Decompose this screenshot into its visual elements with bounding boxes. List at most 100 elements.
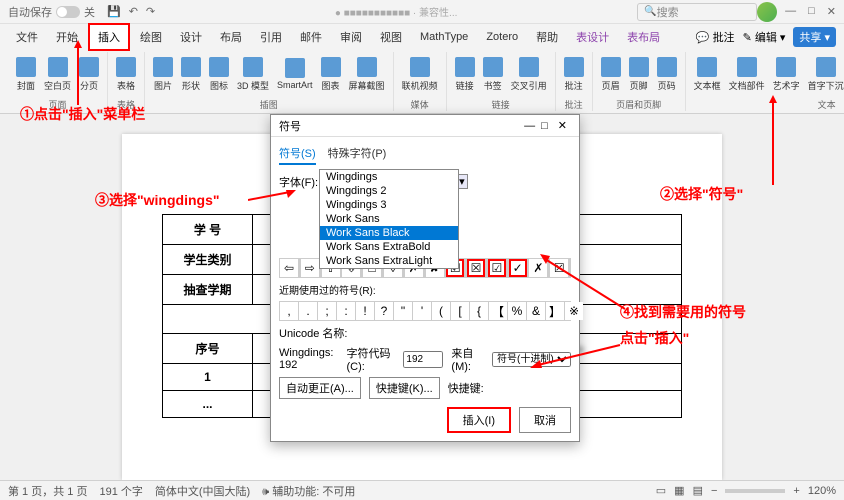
tab-review[interactable]: 审阅	[332, 25, 370, 49]
undo-icon[interactable]: ↶	[129, 5, 138, 18]
share-button[interactable]: 共享 ▾	[793, 27, 836, 47]
ribbon-联机视频[interactable]: 联机视频	[400, 55, 440, 94]
autosave-toggle[interactable]: 自动保存 关	[8, 4, 95, 20]
save-icon[interactable]: 💾	[107, 5, 121, 18]
ribbon-页脚[interactable]: 页脚	[627, 55, 651, 94]
comments-button[interactable]: 💬 批注	[696, 29, 735, 45]
ribbon-页码[interactable]: 页码	[655, 55, 679, 94]
tab-table-layout[interactable]: 表布局	[619, 25, 668, 49]
zoom-out-icon[interactable]: −	[711, 485, 717, 497]
recent-symbol[interactable]: :	[337, 302, 355, 320]
font-option[interactable]: Work Sans ExtraBold	[320, 240, 458, 254]
tab-mathtype[interactable]: MathType	[412, 27, 476, 47]
symbol-cell[interactable]: ☒	[550, 259, 568, 277]
font-option[interactable]: Wingdings	[320, 170, 458, 184]
recent-symbol[interactable]: &	[527, 302, 545, 320]
ribbon-图表[interactable]: 图表	[319, 55, 343, 94]
ribbon-艺术字[interactable]: 艺术字	[771, 55, 802, 94]
tab-insert[interactable]: 插入	[88, 23, 130, 51]
view-web-icon[interactable]: ▤	[693, 484, 703, 497]
word-count[interactable]: 191 个字	[99, 483, 142, 499]
tab-mail[interactable]: 邮件	[292, 25, 330, 49]
ribbon-首字下沉[interactable]: 首字下沉	[806, 55, 844, 94]
ribbon-空白页[interactable]: 空白页	[42, 55, 73, 94]
tab-view[interactable]: 视图	[372, 25, 410, 49]
recent-symbol[interactable]: (	[432, 302, 450, 320]
recent-symbol[interactable]: ,	[280, 302, 298, 320]
recent-symbol[interactable]: !	[356, 302, 374, 320]
ribbon-屏幕截图[interactable]: 屏幕截图	[347, 55, 387, 94]
zoom-level[interactable]: 120%	[808, 485, 836, 497]
ribbon-页眉[interactable]: 页眉	[599, 55, 623, 94]
redo-icon[interactable]: ↷	[146, 5, 155, 18]
symbol-cell[interactable]: ✓	[509, 259, 527, 277]
font-option[interactable]: Work Sans ExtraLight	[320, 254, 458, 268]
font-option[interactable]: Wingdings 3	[320, 198, 458, 212]
ribbon-封面[interactable]: 封面	[14, 55, 38, 94]
recent-symbol[interactable]: %	[508, 302, 526, 320]
dialog-maximize-icon[interactable]: □	[541, 120, 548, 132]
avatar[interactable]	[757, 2, 777, 22]
view-print-icon[interactable]: ▦	[674, 484, 684, 497]
symbol-cell[interactable]: ✗	[529, 259, 547, 277]
tab-zotero[interactable]: Zotero	[478, 27, 526, 47]
recent-symbol[interactable]: ;	[318, 302, 336, 320]
tab-help[interactable]: 帮助	[528, 25, 566, 49]
recent-symbol[interactable]: .	[299, 302, 317, 320]
page-status[interactable]: 第 1 页，共 1 页	[8, 483, 87, 499]
ribbon-文本框[interactable]: 文本框	[692, 55, 723, 94]
recent-symbol[interactable]: "	[394, 302, 412, 320]
dialog-close-icon[interactable]: ✕	[554, 119, 571, 132]
close-icon[interactable]: ✕	[827, 5, 836, 18]
dialog-minimize-icon[interactable]: —	[524, 120, 535, 132]
autocorrect-button[interactable]: 自动更正(A)...	[279, 377, 361, 399]
symbol-cell[interactable]: ⇨	[301, 259, 319, 277]
tab-references[interactable]: 引用	[252, 25, 290, 49]
recent-symbol[interactable]: ※	[565, 302, 583, 320]
ribbon-图片[interactable]: 图片	[151, 55, 175, 94]
symbol-cell[interactable]: ⇦	[280, 259, 298, 277]
recent-symbol[interactable]: 】	[546, 302, 564, 320]
recent-symbol[interactable]: ?	[375, 302, 393, 320]
language-status[interactable]: 简体中文(中国大陆)	[155, 483, 250, 499]
ribbon-书签[interactable]: 书签	[481, 55, 505, 94]
cancel-button[interactable]: 取消	[519, 407, 571, 433]
symbol-cell[interactable]: ☑	[488, 259, 506, 277]
edit-button[interactable]: ✎ 编辑 ▾	[743, 29, 786, 45]
from-select[interactable]: 符号(十进制)	[492, 352, 571, 367]
font-option[interactable]: Wingdings 2	[320, 184, 458, 198]
cell[interactable]: 学 号	[163, 215, 253, 245]
charcode-input[interactable]	[403, 351, 443, 368]
ribbon-文档部件[interactable]: 文档部件	[727, 55, 767, 94]
font-option[interactable]: Work Sans	[320, 212, 458, 226]
ribbon-表格[interactable]: 表格	[114, 55, 138, 94]
tab-layout[interactable]: 布局	[212, 25, 250, 49]
tab-design[interactable]: 设计	[172, 25, 210, 49]
ribbon-分页[interactable]: 分页	[77, 55, 101, 94]
view-read-icon[interactable]: ▭	[656, 484, 666, 497]
ribbon-交叉引用[interactable]: 交叉引用	[509, 55, 549, 94]
recent-symbol[interactable]: '	[413, 302, 431, 320]
tab-home[interactable]: 开始	[48, 25, 86, 49]
tab-table-design[interactable]: 表设计	[568, 25, 617, 49]
search-input[interactable]: 🔍 搜索	[637, 3, 757, 21]
zoom-in-icon[interactable]: +	[793, 485, 799, 497]
tab-draw[interactable]: 绘图	[132, 25, 170, 49]
ribbon-图标[interactable]: 图标	[207, 55, 231, 94]
zoom-slider[interactable]	[725, 489, 785, 493]
dialog-tab-special[interactable]: 特殊字符(P)	[328, 145, 387, 165]
dialog-tab-symbols[interactable]: 符号(S)	[279, 145, 316, 165]
ribbon-批注[interactable]: 批注	[562, 55, 586, 94]
ribbon-形状[interactable]: 形状	[179, 55, 203, 94]
maximize-icon[interactable]: □	[808, 5, 815, 18]
ribbon-链接[interactable]: 链接	[453, 55, 477, 94]
minimize-icon[interactable]: —	[785, 5, 796, 18]
ribbon-SmartArt[interactable]: SmartArt	[275, 56, 315, 92]
accessibility-status[interactable]: 🕪 辅助功能: 不可用	[262, 483, 355, 499]
recent-symbol[interactable]: 【	[489, 302, 507, 320]
font-option[interactable]: Work Sans Black	[320, 226, 458, 240]
tab-file[interactable]: 文件	[8, 25, 46, 49]
insert-button[interactable]: 插入(I)	[447, 407, 511, 433]
shortcut-button[interactable]: 快捷键(K)...	[369, 377, 440, 399]
recent-symbol[interactable]: {	[470, 302, 488, 320]
